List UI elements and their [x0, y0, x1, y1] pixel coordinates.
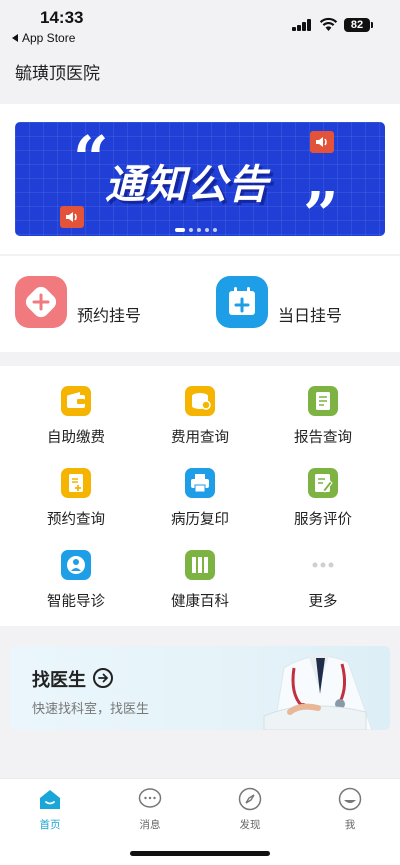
compass-icon — [238, 787, 262, 811]
fee-inquiry-label: 费用查询 — [171, 430, 229, 446]
smart-guide-button[interactable]: 智能导诊 — [16, 530, 136, 610]
speaker-icon — [310, 131, 334, 153]
home-indicator — [130, 851, 270, 856]
guide-person-icon — [61, 550, 91, 580]
arrow-right-icon — [93, 668, 113, 688]
report-inquiry-label: 报告查询 — [294, 430, 352, 446]
tab-discover[interactable]: 发现 — [200, 787, 300, 837]
appointment-registration-label: 预约挂号 — [77, 306, 142, 325]
coins-icon — [185, 386, 215, 416]
same-day-registration-button[interactable]: 当日挂号 — [216, 276, 376, 328]
wallet-icon — [61, 386, 91, 416]
wifi-icon — [319, 17, 338, 31]
printer-icon — [185, 468, 215, 498]
back-arrow-icon — [12, 34, 18, 42]
tab-home[interactable]: 首页 — [0, 787, 100, 837]
open-quote-icon: “ — [73, 122, 109, 195]
signal-icon — [292, 19, 314, 31]
registration-section: 预约挂号 当日挂号 — [0, 256, 400, 352]
appointment-inquiry-label: 预约查询 — [47, 512, 105, 528]
find-doctor-subtitle: 快速找科室，找医生 — [32, 702, 150, 717]
tab-profile-label: 我 — [344, 819, 356, 831]
banner-pagination[interactable] — [175, 228, 221, 233]
report-inquiry-button[interactable]: 报告查询 — [263, 366, 383, 446]
notice-banner[interactable]: “ 通知公告 ” — [15, 122, 385, 236]
health-wiki-label: 健康百科 — [171, 594, 229, 610]
status-bar: 14:33 App Store 82 — [0, 0, 400, 50]
service-grid: 自助缴费 费用查询 报告查询 预约查询 病历复印 服务评价 智能导诊 健康百科 … — [0, 366, 400, 626]
hospital-name: 毓璜顶医院 — [15, 64, 100, 84]
report-icon — [308, 386, 338, 416]
self-payment-button[interactable]: 自助缴费 — [16, 366, 136, 446]
fee-inquiry-button[interactable]: 费用查询 — [140, 366, 260, 446]
tab-profile[interactable]: 我 — [300, 787, 400, 837]
home-icon — [40, 790, 60, 809]
find-doctor-title: 找医生 — [32, 670, 86, 691]
banner-title: 通知公告 — [105, 162, 269, 208]
speaker-icon — [60, 206, 84, 228]
more-dots-icon — [308, 550, 338, 580]
appointment-inquiry-button[interactable]: 预约查询 — [16, 448, 136, 528]
battery-icon: 82 — [344, 18, 370, 32]
tab-messages[interactable]: 消息 — [100, 787, 200, 837]
plus-icon — [15, 276, 67, 328]
more-button[interactable]: 更多 — [263, 530, 383, 610]
back-to-app-link[interactable]: App Store — [12, 31, 75, 45]
smart-guide-label: 智能导诊 — [47, 594, 105, 610]
message-icon — [138, 788, 162, 808]
service-rating-button[interactable]: 服务评价 — [263, 448, 383, 528]
appointment-registration-button[interactable]: 预约挂号 — [15, 276, 175, 328]
record-copy-label: 病历复印 — [171, 512, 229, 528]
same-day-registration-label: 当日挂号 — [278, 306, 343, 325]
back-app-label: App Store — [22, 31, 76, 45]
edit-note-icon — [308, 468, 338, 498]
books-icon — [185, 550, 215, 580]
self-payment-label: 自助缴费 — [47, 430, 105, 446]
tab-home-label: 首页 — [39, 819, 61, 831]
service-rating-label: 服务评价 — [294, 512, 352, 528]
document-plus-icon — [61, 468, 91, 498]
calendar-plus-icon — [216, 276, 268, 328]
find-doctor-card[interactable]: 找医生 快速找科室，找医生 — [10, 646, 390, 730]
profile-icon — [338, 787, 362, 811]
tab-discover-label: 发现 — [239, 819, 261, 831]
close-quote-icon: ” — [303, 178, 339, 237]
tab-messages-label: 消息 — [139, 819, 161, 831]
battery-tip — [371, 22, 373, 28]
health-wiki-button[interactable]: 健康百科 — [140, 530, 260, 610]
doctor-image — [263, 654, 373, 730]
record-copy-button[interactable]: 病历复印 — [140, 448, 260, 528]
status-time: 14:33 — [40, 8, 84, 27]
banner-section: “ 通知公告 ” — [0, 104, 400, 254]
more-label: 更多 — [308, 594, 338, 610]
